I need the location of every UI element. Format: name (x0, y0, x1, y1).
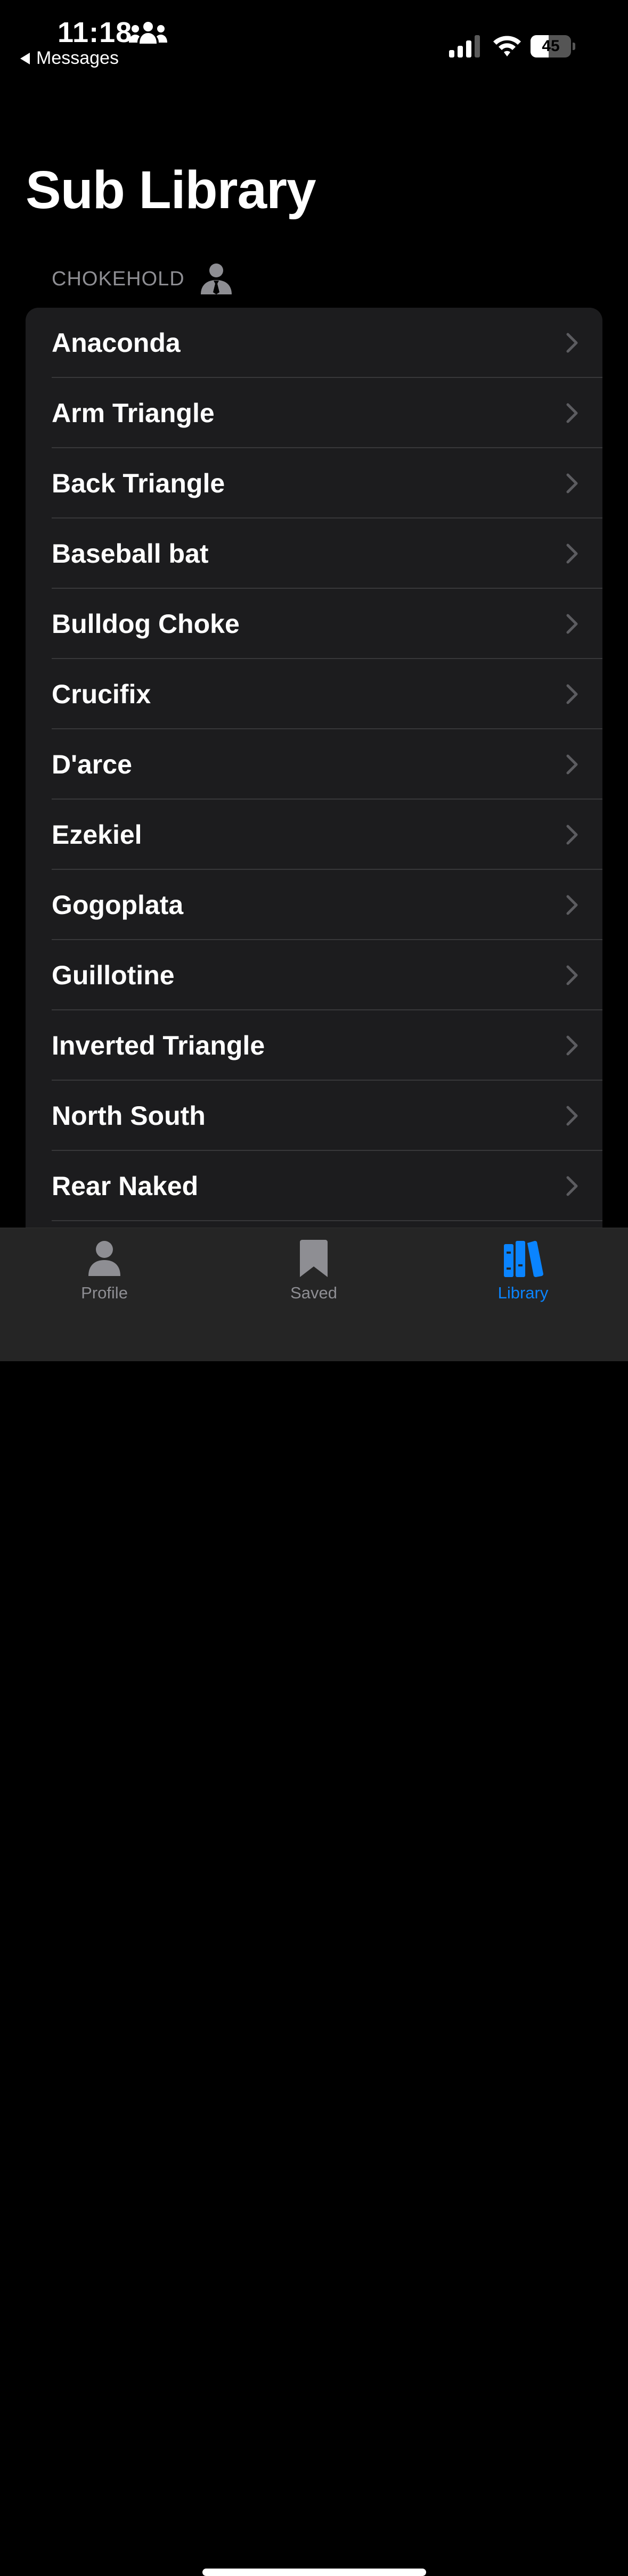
list-item[interactable]: D'arce (26, 729, 602, 800)
list-item[interactable]: Bulldog Choke (26, 589, 602, 659)
tab-bar: Profile Saved Library (0, 1228, 628, 2576)
list-item[interactable]: Gogoplata (26, 870, 602, 940)
list-item[interactable]: Arm Triangle (26, 378, 602, 448)
chevron-right-icon (566, 895, 578, 915)
chevron-right-icon (566, 825, 578, 845)
books-icon (504, 1241, 543, 1277)
back-app-label: Messages (36, 48, 119, 68)
chevron-right-icon (566, 473, 578, 493)
page-title: Sub Library (26, 160, 316, 220)
chevron-right-icon (566, 333, 578, 353)
chevron-right-icon (566, 1035, 578, 1056)
list-item[interactable]: Baseball bat (26, 519, 602, 589)
tab-library-label: Library (497, 1283, 549, 1302)
list-item[interactable]: Anaconda (26, 308, 602, 378)
chevron-right-icon (566, 965, 578, 985)
tab-saved[interactable]: Saved (247, 1237, 380, 1316)
list-item-label: D'arce (52, 750, 132, 779)
list-item-label: Arm Triangle (52, 398, 215, 428)
chevron-right-icon (566, 1176, 578, 1196)
list-item[interactable]: Crucifix (26, 659, 602, 729)
list-item[interactable]: Inverted Triangle (26, 1010, 602, 1081)
battery-percent: 45 (542, 37, 560, 55)
list-item-label: Ezekiel (52, 820, 142, 850)
person-icon (88, 1241, 120, 1276)
battery-body: 45 (531, 35, 571, 57)
shared-people-icon (129, 22, 167, 44)
list-item[interactable]: North South (26, 1081, 602, 1151)
list-item-label: Guillotine (52, 960, 175, 990)
person-with-tie-icon (200, 264, 232, 294)
back-to-messages[interactable]: Messages (20, 48, 119, 69)
section-header: CHOKEHOLD (52, 262, 233, 296)
status-time: 11:18 (58, 17, 133, 48)
list-item-label: Baseball bat (52, 539, 209, 569)
list-item-label: Inverted Triangle (52, 1031, 265, 1060)
list-item-label: Crucifix (52, 679, 151, 709)
status-bar: 11:18 Messages 45 (0, 0, 628, 80)
list-item[interactable]: Guillotine (26, 940, 602, 1010)
chevron-right-icon (566, 754, 578, 775)
list-item[interactable]: Ezekiel (26, 800, 602, 870)
wifi-icon (493, 36, 521, 56)
chevron-right-icon (566, 614, 578, 634)
list-item-label: Back Triangle (52, 468, 225, 498)
chevron-right-icon (566, 1106, 578, 1126)
tab-saved-label: Saved (290, 1283, 337, 1302)
bookmark-icon (300, 1240, 328, 1277)
list-item-label: Rear Naked (52, 1171, 199, 1201)
submission-list: Anaconda Arm Triangle Back Triangle Basebal… (26, 308, 602, 1245)
battery-indicator: 45 (531, 35, 575, 57)
list-item[interactable]: Back Triangle (26, 448, 602, 519)
chevron-right-icon (566, 403, 578, 423)
chevron-right-icon (566, 544, 578, 564)
tab-profile-label: Profile (81, 1283, 128, 1302)
home-indicator (202, 2569, 426, 2576)
section-label: CHOKEHOLD (52, 267, 185, 290)
list-item-label: North South (52, 1101, 206, 1131)
tab-library[interactable]: Library (456, 1237, 590, 1316)
list-item[interactable]: Rear Naked (26, 1151, 602, 1221)
battery-nub (573, 43, 575, 50)
list-item-label: Gogoplata (52, 890, 184, 920)
cellular-signal-icon (449, 35, 480, 57)
list-item-label: Anaconda (52, 328, 181, 358)
list-item-label: Bulldog Choke (52, 609, 240, 639)
tab-profile[interactable]: Profile (38, 1237, 171, 1316)
chevron-right-icon (566, 684, 578, 704)
back-triangle-icon (20, 52, 30, 64)
